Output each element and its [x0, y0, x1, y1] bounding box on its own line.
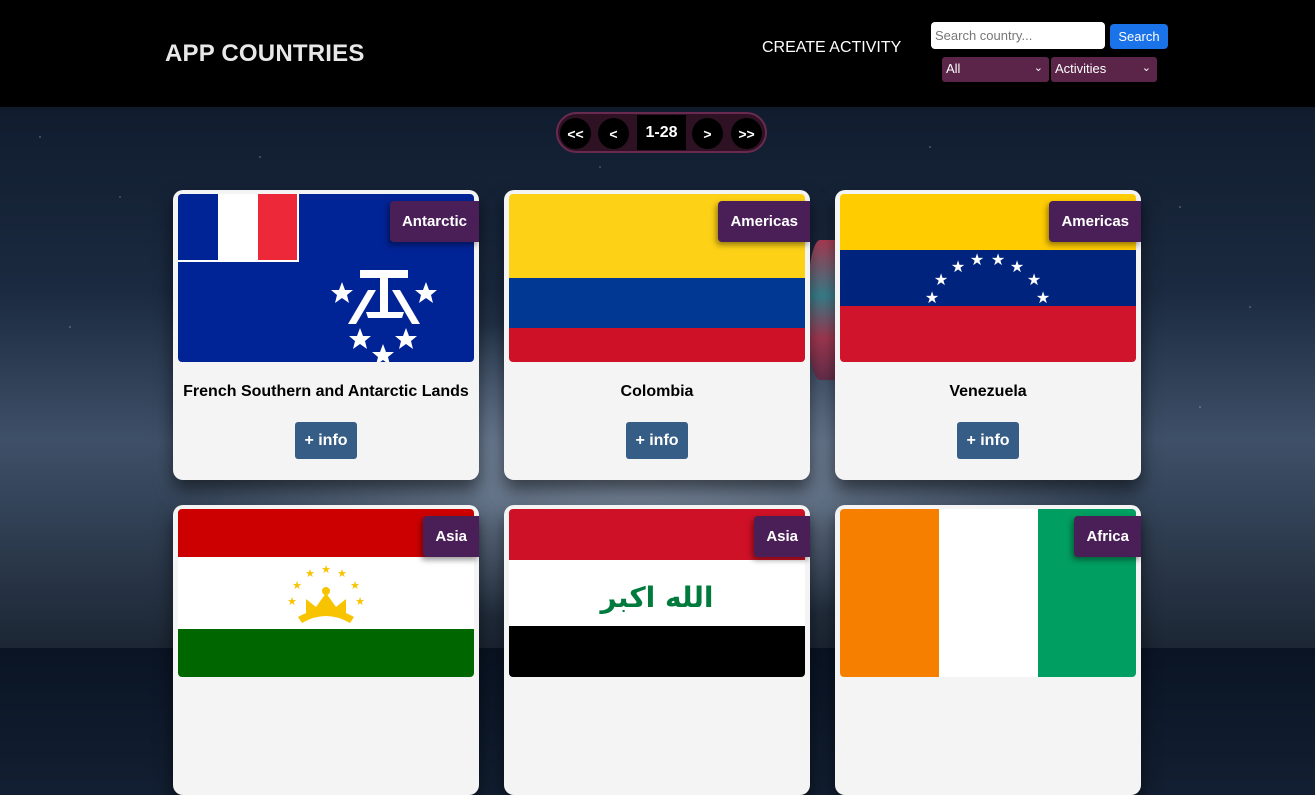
- chevron-down-icon: ⌄: [1141, 62, 1151, 74]
- more-info-button[interactable]: + info: [626, 422, 688, 459]
- country-name: Colombia: [620, 383, 694, 400]
- pagination-bar: << < 1-28 > >>: [556, 112, 767, 153]
- country-card: الله اكبر Asia: [504, 505, 810, 795]
- country-card: ★ ★ ★ ★ ★ ★ ★ ★ Americas Venezuela + inf…: [835, 190, 1141, 480]
- country-card: ★ ★ ★ ★ ★ ★ ★ Asia: [173, 505, 479, 795]
- last-page-button[interactable]: >>: [731, 118, 762, 149]
- country-name: French Southern and Antarctic Lands: [183, 383, 469, 400]
- country-card: Antarctic French Southern and Antarctic …: [173, 190, 479, 480]
- svg-text:★: ★: [292, 579, 302, 592]
- svg-text:★: ★: [287, 595, 297, 608]
- svg-text:★: ★: [1010, 257, 1024, 276]
- svg-text:★: ★: [305, 567, 315, 580]
- continent-badge: Asia: [754, 516, 810, 557]
- svg-text:★: ★: [337, 567, 347, 580]
- create-activity-link[interactable]: CREATE ACTIVITY: [762, 39, 901, 57]
- svg-text:★: ★: [355, 595, 365, 608]
- activity-filter-value: Activities: [1055, 61, 1107, 76]
- svg-text:★: ★: [970, 250, 984, 269]
- continent-filter-value: All: [946, 61, 961, 76]
- takbir-inscription: الله اكبر: [599, 581, 714, 614]
- app-brand-title[interactable]: APP COUNTRIES: [165, 40, 365, 68]
- continent-badge: Africa: [1074, 516, 1141, 557]
- next-page-button[interactable]: >: [692, 118, 723, 149]
- search-button[interactable]: Search: [1110, 24, 1168, 49]
- activity-filter-select[interactable]: Activities ⌄: [1051, 57, 1157, 82]
- country-card: Americas Colombia + info: [504, 190, 810, 480]
- page-range-indicator: 1-28: [637, 115, 686, 150]
- continent-badge: Americas: [718, 201, 810, 242]
- svg-text:★: ★: [991, 250, 1005, 269]
- more-info-button[interactable]: + info: [957, 422, 1019, 459]
- hot-air-balloon-decoration: [808, 240, 838, 380]
- svg-text:★: ★: [951, 257, 965, 276]
- top-navbar: APP COUNTRIES CREATE ACTIVITY Search All…: [0, 0, 1315, 107]
- chevron-down-icon: ⌄: [1033, 62, 1043, 74]
- prev-page-button[interactable]: <: [598, 118, 629, 149]
- country-name: Venezuela: [949, 383, 1027, 400]
- continent-filter-select[interactable]: All ⌄: [942, 57, 1049, 82]
- continent-badge: Americas: [1049, 201, 1141, 242]
- svg-text:★: ★: [321, 563, 331, 576]
- first-page-button[interactable]: <<: [560, 118, 591, 149]
- svg-text:★: ★: [350, 579, 360, 592]
- continent-badge: Antarctic: [389, 201, 479, 242]
- svg-text:★: ★: [925, 288, 939, 307]
- search-country-input[interactable]: [931, 22, 1105, 49]
- svg-text:★: ★: [1027, 270, 1041, 289]
- more-info-button[interactable]: + info: [295, 422, 357, 459]
- svg-text:★: ★: [934, 270, 948, 289]
- svg-text:★: ★: [1036, 288, 1050, 307]
- country-card: Africa: [835, 505, 1141, 795]
- continent-badge: Asia: [423, 516, 479, 557]
